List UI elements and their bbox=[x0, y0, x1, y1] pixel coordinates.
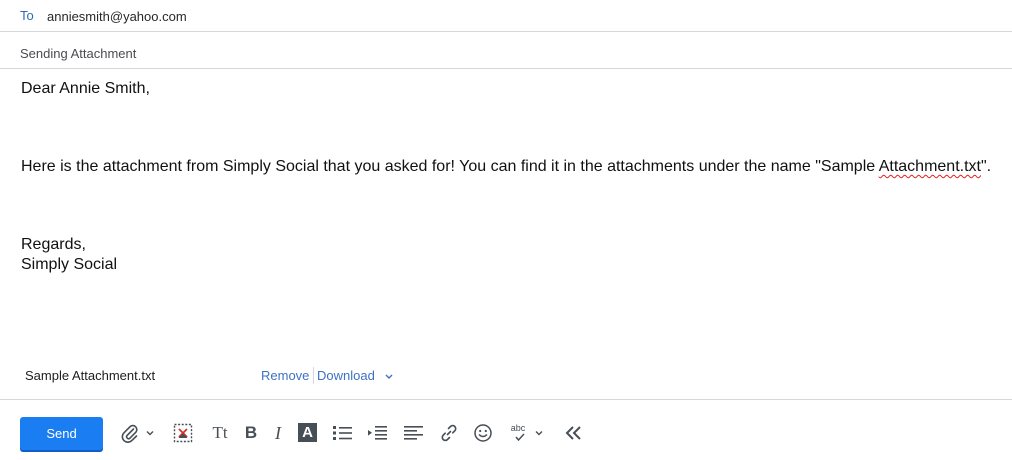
paperclip-icon[interactable] bbox=[120, 422, 140, 444]
insert-image-icon[interactable] bbox=[172, 422, 194, 444]
download-attachment-link[interactable]: Download bbox=[317, 368, 375, 383]
recipient-chip[interactable]: anniesmith@yahoo.com bbox=[47, 9, 187, 24]
bold-icon[interactable]: B bbox=[243, 422, 259, 444]
link-icon[interactable] bbox=[439, 422, 459, 444]
chevron-down-icon[interactable] bbox=[383, 369, 395, 383]
divider bbox=[313, 367, 314, 384]
body-signature: Simply Social bbox=[21, 256, 118, 273]
message-body[interactable]: Dear Annie Smith, Here is the attachment… bbox=[21, 79, 1006, 275]
body-closing: Regards, bbox=[21, 236, 86, 253]
font-size-icon[interactable]: Tt bbox=[210, 422, 230, 444]
send-button[interactable]: Send bbox=[20, 417, 103, 450]
emoji-icon[interactable] bbox=[473, 422, 493, 444]
spellcheck-label: abc bbox=[510, 423, 526, 433]
body-blank-line bbox=[21, 99, 1006, 157]
text-color-icon[interactable]: A bbox=[298, 423, 317, 442]
attachment-filename: Sample Attachment.txt bbox=[25, 368, 156, 383]
italic-icon[interactable]: I bbox=[272, 422, 284, 444]
spellcheck-flagged-word[interactable]: Attachment.txt bbox=[879, 158, 981, 175]
body-blank-line bbox=[21, 177, 1006, 235]
indent-icon[interactable] bbox=[367, 422, 388, 444]
bulleted-list-icon[interactable] bbox=[332, 422, 353, 444]
compose-toolbar: Send Tt B I A abc bbox=[0, 399, 1012, 460]
subject-field[interactable]: Sending Attachment bbox=[0, 32, 1012, 69]
body-paragraph-text: Here is the attachment from Simply Socia… bbox=[21, 158, 879, 175]
spellcheck-icon[interactable]: abc bbox=[506, 422, 530, 444]
attachment-row: Sample Attachment.txt Remove Download bbox=[0, 366, 1012, 388]
to-row: To anniesmith@yahoo.com bbox=[0, 0, 1012, 32]
body-paragraph-end: ". bbox=[980, 158, 992, 175]
chevron-down-icon[interactable] bbox=[533, 422, 545, 444]
to-label[interactable]: To bbox=[20, 8, 34, 23]
subject-text[interactable]: Sending Attachment bbox=[20, 46, 136, 61]
align-left-icon[interactable] bbox=[403, 422, 424, 444]
body-greeting: Dear Annie Smith, bbox=[21, 80, 150, 97]
chevron-down-icon[interactable] bbox=[144, 422, 156, 444]
remove-attachment-link[interactable]: Remove bbox=[261, 368, 309, 383]
body-paragraph: Here is the attachment from Simply Socia… bbox=[21, 157, 1006, 177]
collapse-toolbar-icon[interactable] bbox=[565, 422, 583, 444]
